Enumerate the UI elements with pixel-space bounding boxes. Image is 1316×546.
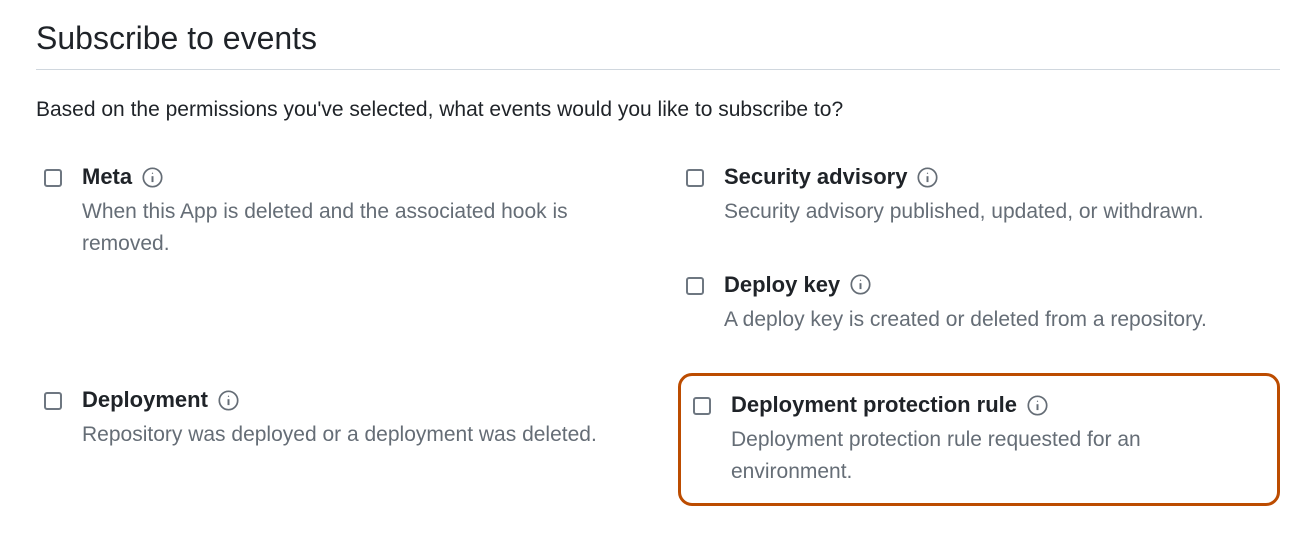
checkbox-meta[interactable] [44,169,62,187]
event-title: Deployment [82,387,208,413]
event-title: Deployment protection rule [731,392,1017,418]
event-header: Meta [82,164,630,190]
event-header: Deploy key [724,272,1272,298]
section-title: Subscribe to events [36,20,1280,57]
event-description: Deployment protection rule requested for… [731,424,1265,487]
section-divider [36,69,1280,70]
event-header: Deployment protection rule [731,392,1265,418]
event-title: Deploy key [724,272,840,298]
checkbox-security-advisory[interactable] [686,169,704,187]
event-item-meta: Meta When this App is deleted and the as… [36,158,638,265]
checkbox-deployment[interactable] [44,392,62,410]
event-content: Deployment protection rule Deployment pr… [731,392,1265,487]
event-content: Deployment Repository was deployed or a … [82,387,630,451]
event-title: Security advisory [724,164,907,190]
event-description: A deploy key is created or deleted from … [724,304,1272,336]
event-content: Meta When this App is deleted and the as… [82,164,630,259]
checkbox-deployment-protection-rule[interactable] [693,397,711,415]
event-description: Security advisory published, updated, or… [724,196,1272,228]
info-icon[interactable] [850,274,871,295]
events-column-right: Security advisory Security advisory publ… [678,158,1280,526]
info-icon[interactable] [1027,395,1048,416]
event-item-security-advisory: Security advisory Security advisory publ… [678,158,1280,234]
info-icon[interactable] [917,167,938,188]
event-item-deployment: Deployment Repository was deployed or a … [36,381,638,457]
events-column-left: Meta When this App is deleted and the as… [36,158,638,526]
event-title: Meta [82,164,132,190]
event-content: Deploy key A deploy key is created or de… [724,272,1272,336]
event-header: Deployment [82,387,630,413]
event-description: When this App is deleted and the associa… [82,196,630,259]
info-icon[interactable] [218,390,239,411]
event-item-deploy-key: Deploy key A deploy key is created or de… [678,266,1280,342]
events-grid: Meta When this App is deleted and the as… [36,158,1280,526]
event-item-deployment-protection-rule: Deployment protection rule Deployment pr… [678,373,1280,506]
event-description: Repository was deployed or a deployment … [82,419,630,451]
event-header: Security advisory [724,164,1272,190]
section-description: Based on the permissions you've selected… [36,98,1280,122]
info-icon[interactable] [142,167,163,188]
checkbox-deploy-key[interactable] [686,277,704,295]
event-content: Security advisory Security advisory publ… [724,164,1272,228]
